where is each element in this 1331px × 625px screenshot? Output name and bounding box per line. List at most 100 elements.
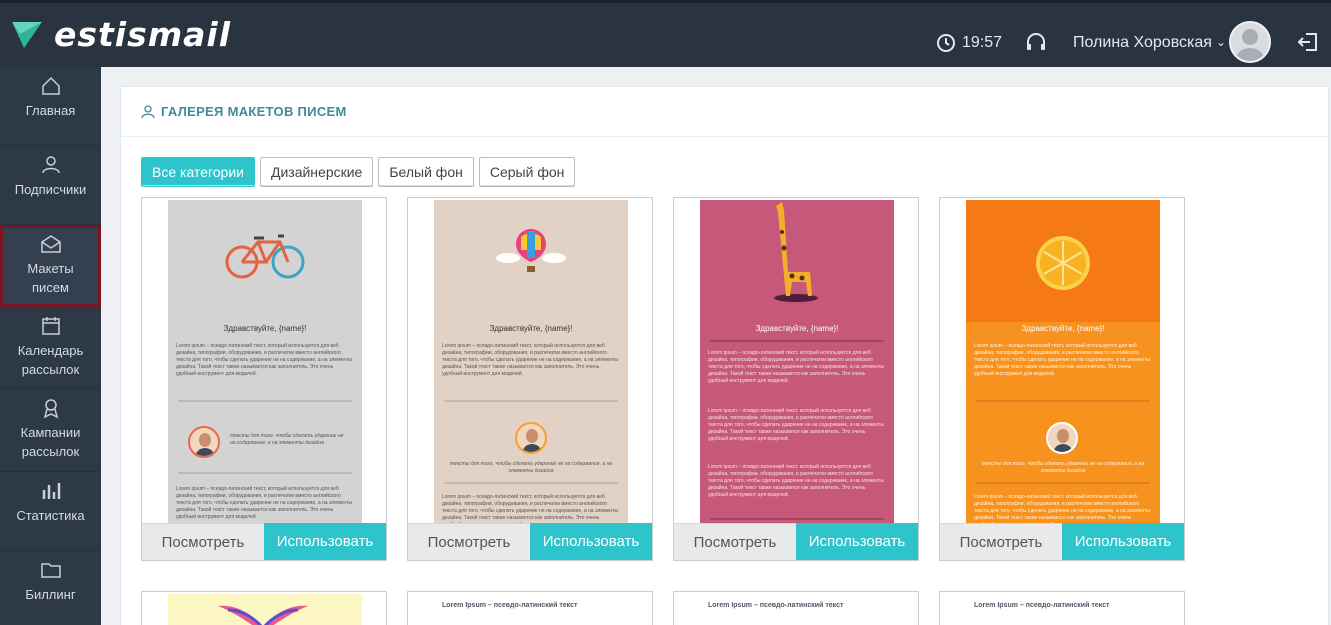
template-quote: тексты для того, чтобы сделать ударение … (981, 461, 1145, 474)
template-heading: Lorem Ipsum – псевдо-латинский текст (708, 602, 844, 609)
template-body: Lorem ipsum – псевдо-латинский текст, ко… (708, 350, 884, 384)
template-preview[interactable]: Lorem Ipsum – псевдо-латинский текст (966, 594, 1160, 625)
sidebar-item-subscribers[interactable]: Подписчики (0, 146, 101, 225)
sidebar-item-label: Статистика (16, 508, 85, 523)
sidebar-item-calendar[interactable]: Календарь рассылок (0, 307, 101, 389)
template-card-balloon[interactable]: Здравствуйте, {name}! Lorem ipsum – псев… (407, 197, 653, 561)
template-greeting: Здравствуйте, {name}! (223, 324, 307, 333)
balloon-icon (496, 229, 566, 272)
template-greeting: Здравствуйте, {name}! (1021, 324, 1105, 333)
sidebar-item-label: Кампании рассылок (20, 425, 81, 459)
current-time: 19:57 (962, 34, 1003, 51)
filter-all[interactable]: Все категории (141, 157, 255, 187)
sidebar-item-label: Макеты писем (27, 261, 74, 295)
divider (976, 482, 1150, 484)
template-quote: тексты для того, чтобы сделать ударение … (230, 433, 344, 446)
user-name[interactable]: Полина Хоровская (1073, 34, 1212, 52)
view-button[interactable]: Посмотреть (142, 523, 264, 560)
divider (444, 400, 618, 402)
template-preview[interactable]: Здравствуйте, {name}! Lorem ipsum – псев… (434, 200, 628, 523)
sidebar-item-billing[interactable]: Биллинг (0, 551, 101, 625)
use-button[interactable]: Использовать (264, 523, 386, 560)
clock-icon (937, 34, 955, 52)
view-button[interactable]: Посмотреть (674, 523, 796, 560)
template-preview[interactable]: Здравствуйте, {name}! Lorem ipsum – псев… (966, 200, 1160, 523)
sidebar-item-label: Подписчики (14, 182, 87, 197)
card-actions: Посмотреть Использовать (142, 523, 386, 560)
view-button[interactable]: Посмотреть (408, 523, 530, 560)
use-button[interactable]: Использовать (530, 523, 652, 560)
stats-icon (42, 483, 60, 499)
template-preview[interactable]: Здравствуйте, {name}! Lorem ipsum – псев… (168, 200, 362, 523)
template-card-orange[interactable]: Здравствуйте, {name}! Lorem ipsum – псев… (939, 197, 1185, 561)
template-body: Lorem ipsum – псевдо-латинский текст, ко… (974, 343, 1150, 377)
template-body: Lorem ipsum – псевдо-латинский текст, ко… (176, 486, 352, 520)
template-card-giraffe[interactable]: Здравствуйте, {name}! Lorem ipsum – псев… (673, 197, 919, 561)
divider (178, 472, 352, 474)
template-preview[interactable]: Lorem Ipsum – псевдо-латинский текст (434, 594, 628, 625)
card-actions: Посмотреть Использовать (940, 523, 1184, 560)
template-heading: Lorem Ipsum – псевдо-латинский текст (442, 602, 578, 609)
card-actions: Посмотреть Использовать (674, 523, 918, 560)
filter-designer[interactable]: Дизайнерские (259, 157, 374, 187)
divider (444, 482, 618, 484)
avatar-placeholder-icon (1236, 29, 1264, 61)
use-button[interactable]: Использовать (796, 523, 918, 560)
logo-icon (12, 21, 42, 48)
chevron-down-icon[interactable]: ⌄ (1216, 35, 1226, 49)
calendar-icon (41, 317, 60, 335)
template-preview[interactable] (168, 594, 362, 625)
sidebar: Главная Подписчики Макеты писем Календар… (0, 67, 101, 625)
bird-icon (218, 605, 308, 625)
category-filters: Все категории Дизайнерские Белый фон Сер… (141, 157, 576, 187)
template-body: Lorem ipsum – псевдо-латинский текст, ко… (176, 343, 352, 377)
template-card-text-2[interactable]: Lorem Ipsum – псевдо-латинский текст (673, 591, 919, 625)
divider (976, 400, 1150, 402)
clock: 19:57 (936, 33, 1002, 53)
template-body: Lorem ipsum – псевдо-латинский текст, ко… (974, 494, 1150, 523)
sidebar-item-label: Главная (25, 103, 76, 118)
face-icon (515, 422, 547, 454)
template-card-birds[interactable] (141, 591, 387, 625)
template-heading: Lorem Ipsum – псевдо-латинский текст (974, 602, 1110, 609)
template-preview[interactable]: Здравствуйте, {name}! Lorem ipsum – псев… (700, 200, 894, 523)
card-actions: Посмотреть Использовать (408, 523, 652, 560)
sidebar-item-stats[interactable]: Статистика (0, 472, 101, 551)
sidebar-item-label: Календарь рассылок (17, 343, 84, 377)
divider (710, 340, 884, 342)
top-bar: estismail 19:57 Полина Хоровская ⌄ (0, 0, 1331, 67)
divider (178, 400, 352, 402)
headset-icon[interactable] (1025, 32, 1047, 54)
template-body: Lorem ipsum – псевдо-латинский текст, ко… (442, 343, 618, 377)
logout-icon[interactable] (1297, 31, 1319, 53)
sidebar-item-label: Биллинг (25, 587, 76, 602)
folder-icon (40, 563, 61, 578)
page-title: ГАЛЕРЕЯ МАКЕТОВ ПИСЕМ (161, 104, 347, 119)
template-body: Lorem ipsum – псевдо-латинский текст, ко… (442, 494, 618, 523)
users-icon (41, 156, 60, 174)
brand-logo[interactable]: estismail (10, 15, 231, 54)
orange-slice-icon (1036, 236, 1090, 290)
avatar[interactable] (1229, 21, 1271, 63)
face-icon (188, 426, 220, 458)
divider (710, 518, 884, 520)
template-card-bicycle[interactable]: Здравствуйте, {name}! Lorem ipsum – псев… (141, 197, 387, 561)
template-quote: тексты для того, чтобы сделать ударение … (449, 461, 613, 474)
template-greeting: Здравствуйте, {name}! (489, 324, 573, 333)
campaign-icon (43, 399, 58, 419)
filter-white[interactable]: Белый фон (378, 157, 474, 187)
template-body: Lorem ipsum – псевдо-латинский текст, ко… (708, 464, 884, 498)
sidebar-item-campaigns[interactable]: Кампании рассылок (0, 389, 101, 472)
template-card-text-1[interactable]: Lorem Ipsum – псевдо-латинский текст (407, 591, 653, 625)
home-icon (41, 76, 60, 95)
template-body: Lorem ipsum – псевдо-латинский текст, ко… (708, 408, 884, 442)
giraffe-icon (774, 202, 818, 302)
sidebar-item-templates[interactable]: Макеты писем (0, 225, 101, 307)
template-preview[interactable]: Lorem Ipsum – псевдо-латинский текст (700, 594, 894, 625)
use-button[interactable]: Использовать (1062, 523, 1184, 560)
view-button[interactable]: Посмотреть (940, 523, 1062, 560)
user-outline-icon (141, 104, 155, 118)
template-card-text-3[interactable]: Lorem Ipsum – псевдо-латинский текст (939, 591, 1185, 625)
filter-gray[interactable]: Серый фон (478, 157, 576, 187)
sidebar-item-home[interactable]: Главная (0, 67, 101, 146)
